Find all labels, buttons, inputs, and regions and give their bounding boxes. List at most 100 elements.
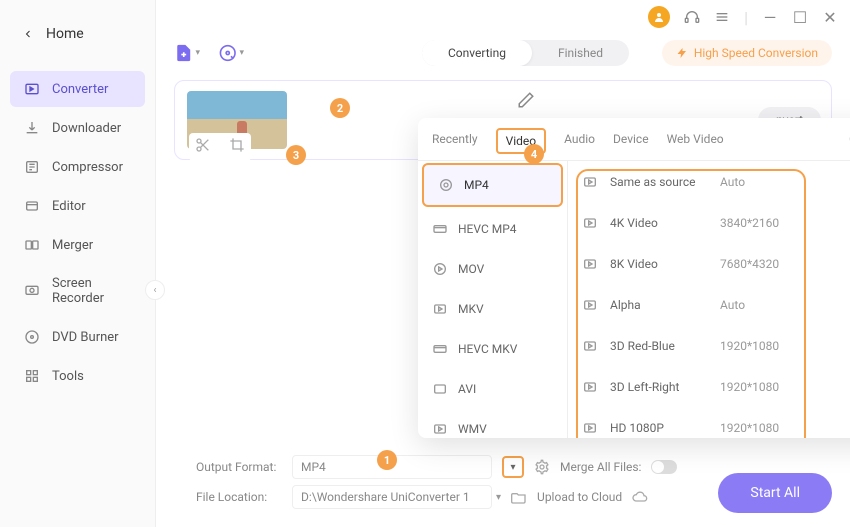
format-item-mp4[interactable]: MP4 [422, 163, 563, 207]
preset-icon [582, 338, 598, 354]
editor-icon [24, 198, 40, 214]
compressor-icon [24, 159, 40, 175]
home-label: Home [46, 26, 84, 42]
resolution-item[interactable]: Same as sourceAuto [568, 161, 850, 202]
tab-recently[interactable]: Recently [432, 132, 478, 156]
high-speed-badge[interactable]: High Speed Conversion [662, 40, 832, 66]
tab-webvideo[interactable]: Web Video [667, 132, 724, 156]
preset-icon [582, 256, 598, 272]
format-item-mov[interactable]: MOV [418, 249, 567, 289]
callout-2: 2 [330, 98, 350, 118]
resolution-item[interactable]: AlphaAuto [568, 284, 850, 325]
user-avatar[interactable] [648, 6, 670, 28]
format-panel-body: MP4 HEVC MP4 MOV MKV [418, 161, 850, 438]
footer: Output Format: MP4 ▾ Merge All Files: Fi… [156, 447, 850, 527]
sidebar-item-merger[interactable]: Merger [10, 227, 145, 263]
sidebar-item-downloader[interactable]: Downloader [10, 110, 145, 146]
edit-title-button[interactable] [517, 91, 535, 113]
tools-icon [24, 368, 40, 384]
preset-icon [582, 420, 598, 436]
sidebar-item-label: Screen Recorder [52, 276, 131, 306]
mkv-icon [432, 301, 448, 317]
resolution-item[interactable]: 3D Red-Blue1920*1080 [568, 325, 850, 366]
merge-label: Merge All Files: [560, 460, 641, 474]
callout-3: 3 [286, 145, 306, 165]
format-panel: Recently Video Audio Device Web Video Se… [418, 118, 850, 438]
sidebar-item-converter[interactable]: Converter [10, 71, 145, 107]
format-item-wmv[interactable]: WMV [418, 409, 567, 438]
minimize-button[interactable]: — [762, 9, 778, 25]
sidebar-item-label: Compressor [52, 160, 123, 175]
close-button[interactable]: ✕ [822, 9, 838, 25]
sidebar-item-editor[interactable]: Editor [10, 188, 145, 224]
merge-toggle[interactable] [651, 460, 677, 474]
hevc-icon [432, 221, 448, 237]
callout-1: 1 [377, 450, 397, 470]
tab-device[interactable]: Device [613, 132, 649, 156]
start-all-button[interactable]: Start All [718, 473, 832, 513]
resolution-item[interactable]: 8K Video7680*4320 [568, 243, 850, 284]
screen-recorder-icon [24, 283, 40, 299]
home-button[interactable]: Home [0, 8, 155, 68]
file-location-dropdown[interactable]: ▾ [496, 492, 501, 503]
avi-icon [432, 381, 448, 397]
folder-icon[interactable] [511, 489, 527, 505]
tab-finished[interactable]: Finished [532, 40, 629, 66]
file-location-label: File Location: [196, 490, 282, 504]
tab-audio[interactable]: Audio [564, 132, 595, 156]
main-header: ▾ ▾ Converting Finished High Speed Conve… [174, 40, 832, 66]
preset-icon [582, 174, 598, 190]
merger-icon [24, 237, 40, 253]
crop-icon[interactable] [229, 137, 245, 157]
file-location-value: D:\Wondershare UniConverter 1 [292, 485, 492, 509]
sidebar-item-label: Editor [52, 199, 86, 214]
resolution-item[interactable]: HD 1080P1920*1080 [568, 407, 850, 438]
sidebar-item-compressor[interactable]: Compressor [10, 149, 145, 185]
status-tabs: Converting Finished [422, 40, 629, 66]
sidebar-item-label: Converter [52, 82, 108, 97]
titlebar: | — ☐ ✕ [636, 0, 850, 34]
resolution-list: Same as sourceAuto 4K Video3840*2160 8K … [568, 161, 850, 438]
upload-label: Upload to Cloud [537, 490, 622, 504]
callout-4: 4 [524, 144, 544, 164]
resolution-item[interactable]: 3D Left-Right1920*1080 [568, 366, 850, 407]
cloud-icon[interactable] [632, 489, 648, 505]
preset-icon [582, 379, 598, 395]
sidebar-item-dvd-burner[interactable]: DVD Burner [10, 319, 145, 355]
target-icon [438, 177, 454, 193]
format-item-avi[interactable]: AVI [418, 369, 567, 409]
resolution-item[interactable]: 4K Video3840*2160 [568, 202, 850, 243]
sidebar-item-label: Downloader [52, 121, 121, 136]
sidebar-item-screen-recorder[interactable]: Screen Recorder [10, 266, 145, 316]
maximize-button[interactable]: ☐ [792, 9, 808, 25]
add-file-button[interactable]: ▾ [174, 40, 200, 66]
sidebar-item-tools[interactable]: Tools [10, 358, 145, 394]
sidebar: Home Converter Downloader Compressor Edi… [0, 0, 156, 527]
high-speed-label: High Speed Conversion [694, 46, 818, 60]
add-dvd-button[interactable]: ▾ [218, 40, 244, 66]
mov-icon [432, 261, 448, 277]
converter-icon [24, 81, 40, 97]
sidebar-item-label: Tools [52, 369, 84, 384]
settings-icon[interactable] [534, 459, 550, 475]
output-format-label: Output Format: [196, 460, 282, 474]
format-item-mkv[interactable]: MKV [418, 289, 567, 329]
sidebar-item-label: Merger [52, 238, 93, 253]
sidebar-item-label: DVD Burner [52, 330, 119, 345]
output-format-dropdown[interactable]: ▾ [502, 456, 524, 478]
headset-icon[interactable] [684, 9, 700, 25]
format-item-hevc-mp4[interactable]: HEVC MP4 [418, 209, 567, 249]
chevron-left-icon [22, 28, 34, 40]
wmv-icon [432, 421, 448, 437]
trim-icon[interactable] [195, 137, 211, 157]
dvd-burner-icon [24, 329, 40, 345]
preset-icon [582, 297, 598, 313]
bolt-icon [676, 47, 688, 59]
format-list: MP4 HEVC MP4 MOV MKV [418, 161, 568, 438]
tab-converting[interactable]: Converting [422, 40, 532, 66]
menu-icon[interactable] [714, 9, 730, 25]
preset-icon [582, 215, 598, 231]
format-item-hevc-mkv[interactable]: HEVC MKV [418, 329, 567, 369]
downloader-icon [24, 120, 40, 136]
format-category-tabs: Recently Video Audio Device Web Video Se… [418, 118, 850, 161]
